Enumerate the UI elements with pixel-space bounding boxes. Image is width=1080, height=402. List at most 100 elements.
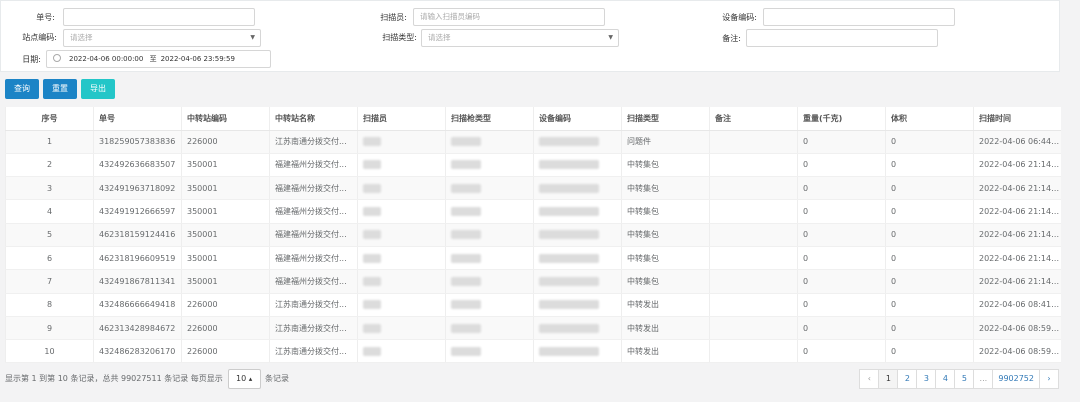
device-code-input[interactable] [763, 8, 955, 26]
cell-station-name: 江苏南通分拨交付... [269, 339, 358, 364]
cell-weight: 0 [797, 130, 886, 154]
cell-station-code: 350001 [181, 153, 270, 178]
redacted-cell [533, 293, 622, 317]
caret-up-icon: ▴ [248, 375, 253, 383]
site-code-label: 站点编码: [22, 33, 57, 42]
table-body: 1 318259057383836 226000 江苏南通分拨交付... 问题件 0 0 20… [5, 130, 1061, 364]
query-button[interactable]: 查询 [5, 79, 39, 99]
column-header[interactable]: 体积 [885, 107, 974, 131]
table-row[interactable]: 4 432491912666597 350001 福建福州分拨交付... 中转集包 0 0 2… [5, 199, 1061, 224]
page-button[interactable]: 5 [954, 369, 975, 389]
cell-idx: 9 [5, 316, 94, 341]
redacted-cell [357, 316, 446, 341]
site-code-select[interactable]: 请选择 ▼ [63, 29, 261, 47]
scan-type-label: 扫描类型: [382, 33, 417, 42]
reset-button[interactable]: 重置 [43, 79, 77, 99]
clock-icon [53, 54, 61, 62]
cell-remark [709, 269, 798, 294]
cell-remark [709, 130, 798, 154]
cell-time: 2022-04-06 21:14:... [973, 269, 1061, 294]
scanner-input[interactable]: 请输入扫描员编码 [413, 8, 605, 26]
device-code-label: 设备编码: [722, 13, 757, 22]
column-header[interactable]: 扫描时间 [973, 107, 1061, 131]
redacted-block [451, 160, 481, 170]
cell-remark [709, 339, 798, 364]
redacted-cell [357, 130, 446, 154]
page-button[interactable]: 4 [935, 369, 956, 389]
cell-order: 318259057383836 [93, 130, 182, 154]
column-header[interactable]: 扫描员 [357, 107, 446, 131]
column-header[interactable]: 单号 [93, 107, 182, 131]
export-button[interactable]: 导出 [81, 79, 115, 99]
cell-order: 462318159124416 [93, 223, 182, 247]
redacted-block [539, 230, 599, 240]
cell-weight: 0 [797, 316, 886, 341]
redacted-block [363, 230, 381, 240]
column-header[interactable]: 扫描枪类型 [445, 107, 534, 131]
cell-station-code: 226000 [181, 339, 270, 364]
redacted-cell [357, 293, 446, 317]
table-row[interactable]: 2 432492636683507 350001 福建福州分拨交付... 中转集包 0 0 2… [5, 153, 1061, 178]
cell-volume: 0 [885, 130, 974, 154]
redacted-block [539, 183, 599, 193]
cell-remark [709, 246, 798, 271]
redacted-cell [445, 199, 534, 224]
cell-remark [709, 199, 798, 224]
column-header[interactable]: 中转站名称 [269, 107, 358, 131]
page-size-select[interactable]: 10 ▴ [228, 369, 261, 389]
page-button[interactable]: 1 [878, 369, 899, 389]
page-button[interactable]: 3 [916, 369, 937, 389]
table-row[interactable]: 5 462318159124416 350001 福建福州分拨交付... 中转集包 0 0 2… [5, 223, 1061, 247]
redacted-block [539, 346, 599, 356]
cell-remark [709, 223, 798, 247]
redacted-block [363, 253, 381, 263]
column-header[interactable]: 扫描类型 [621, 107, 710, 131]
cell-scan-type: 中转发出 [621, 316, 710, 341]
redacted-block [451, 276, 481, 286]
table-row[interactable]: 3 432491963718092 350001 福建福州分拨交付... 中转集包 0 0 2… [5, 176, 1061, 201]
scan-type-select[interactable]: 请选择 ▼ [421, 29, 619, 47]
next-page-button[interactable]: › [1039, 369, 1059, 389]
page-button[interactable]: 9902752 [992, 369, 1040, 389]
cell-station-code: 350001 [181, 176, 270, 201]
redacted-block [363, 276, 381, 286]
redacted-cell [533, 130, 622, 154]
table-row[interactable]: 7 432491867811341 350001 福建福州分拨交付... 中转集包 0 0 2… [5, 269, 1061, 294]
cell-station-code: 350001 [181, 269, 270, 294]
date-range-input[interactable]: 2022-04-06 00:00:00 至 2022-04-06 23:59:59 [46, 50, 271, 68]
cell-order: 432486283206170 [93, 339, 182, 364]
column-header[interactable]: 设备编码 [533, 107, 622, 131]
cell-time: 2022-04-06 21:14:... [973, 223, 1061, 247]
chevron-down-icon: ▼ [250, 34, 255, 41]
cell-scan-type: 中转集包 [621, 153, 710, 178]
remark-input[interactable] [746, 29, 938, 47]
table-row[interactable]: 9 462313428984672 226000 江苏南通分拨交付... 中转发出 0 0 2… [5, 316, 1061, 341]
redacted-block [451, 346, 481, 356]
redacted-cell [445, 246, 534, 271]
cell-remark [709, 153, 798, 178]
cell-time: 2022-04-06 08:41:... [973, 293, 1061, 317]
redacted-block [363, 323, 381, 333]
redacted-cell [533, 316, 622, 341]
redacted-cell [445, 316, 534, 341]
cell-volume: 0 [885, 153, 974, 178]
column-header[interactable]: 中转站编码 [181, 107, 270, 131]
table-row[interactable]: 1 318259057383836 226000 江苏南通分拨交付... 问题件 0 0 20… [5, 130, 1061, 154]
redacted-cell [445, 153, 534, 178]
cell-volume: 0 [885, 246, 974, 271]
table-row[interactable]: 10 432486283206170 226000 江苏南通分拨交付... 中转发出 0 0… [5, 339, 1061, 364]
table-row[interactable]: 6 462318196609519 350001 福建福州分拨交付... 中转集包 0 0 2… [5, 246, 1061, 271]
cell-volume: 0 [885, 316, 974, 341]
cell-scan-type: 中转集包 [621, 199, 710, 224]
page-button[interactable]: ... [973, 369, 994, 389]
table-row[interactable]: 8 432486666649418 226000 江苏南通分拨交付... 中转发出 0 0 2… [5, 293, 1061, 317]
column-header[interactable]: 备注 [709, 107, 798, 131]
cell-station-name: 福建福州分拨交付... [269, 223, 358, 247]
chevron-down-icon: ▼ [608, 34, 613, 41]
order-no-input[interactable] [63, 8, 255, 26]
column-header[interactable]: 重量(千克) [797, 107, 886, 131]
column-header[interactable]: 序号 [5, 107, 94, 131]
cell-order: 432491867811341 [93, 269, 182, 294]
prev-page-button[interactable]: ‹ [859, 369, 880, 389]
page-button[interactable]: 2 [897, 369, 918, 389]
